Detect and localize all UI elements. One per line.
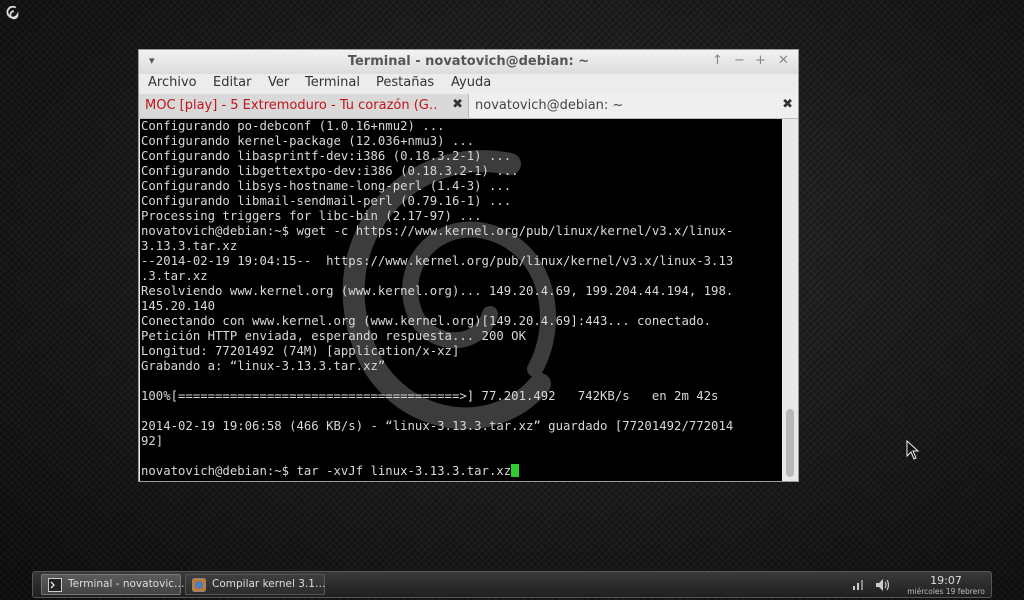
title-bar[interactable]: ▾ Terminal - novatovich@debian: ~ ↑ − + …	[139, 50, 798, 74]
taskbar-item-terminal[interactable]: Terminal - novatovic…	[41, 574, 185, 595]
menu-editar[interactable]: Editar	[213, 75, 252, 90]
minimize-button[interactable]: −	[734, 53, 745, 68]
terminal-output: Configurando po-debconf (1.0.16+nmu2) ..…	[141, 119, 734, 478]
tab-close-icon[interactable]: ✖	[782, 97, 793, 112]
network-icon[interactable]	[853, 580, 863, 590]
browser-icon	[192, 578, 206, 592]
tab-label: MOC [play] - 5 Extremoduro - Tu corazón …	[145, 98, 439, 113]
maximize-button[interactable]: +	[755, 53, 766, 68]
volume-icon[interactable]	[875, 578, 891, 592]
mouse-pointer-icon	[906, 440, 920, 460]
shade-button[interactable]: ↑	[712, 53, 723, 68]
tab-bar: MOC [play] - 5 Extremoduro - Tu corazón …	[139, 94, 798, 119]
tab-close-icon[interactable]: ✖	[452, 97, 463, 112]
menu-ayuda[interactable]: Ayuda	[451, 75, 491, 90]
clock-time[interactable]: 19:07	[901, 574, 991, 587]
tab-moc-player[interactable]: MOC [play] - 5 Extremoduro - Tu corazón …	[139, 94, 467, 118]
debian-logo-icon[interactable]	[4, 4, 22, 22]
terminal-area[interactable]: Configurando po-debconf (1.0.16+nmu2) ..…	[140, 119, 782, 481]
taskbar-item-label: Compilar kernel 3.1…	[212, 578, 326, 590]
menu-terminal[interactable]: Terminal	[305, 75, 360, 90]
menu-bar: Archivo Editar Ver Terminal Pestañas Ayu…	[139, 74, 798, 94]
taskbar: Terminal - novatovic… Compilar kernel 3.…	[32, 571, 992, 598]
prompt-line: novatovich@debian:~$ tar -xvJf linux-3.1…	[141, 464, 512, 478]
close-button[interactable]: ✕	[778, 53, 789, 68]
scroll-thumb[interactable]	[786, 409, 794, 477]
terminal-window: ▾ Terminal - novatovich@debian: ~ ↑ − + …	[138, 49, 799, 482]
menu-pestanas[interactable]: Pestañas	[376, 75, 434, 90]
menu-ver[interactable]: Ver	[268, 75, 289, 90]
scrollbar[interactable]	[783, 119, 798, 481]
menu-archivo[interactable]: Archivo	[148, 75, 197, 90]
tab-label: novatovich@debian: ~	[475, 98, 624, 113]
tab-terminal[interactable]: novatovich@debian: ~ ✖	[468, 94, 798, 118]
taskbar-item-label: Terminal - novatovic…	[68, 578, 185, 590]
text-cursor	[511, 464, 520, 477]
taskbar-item-browser[interactable]: Compilar kernel 3.1…	[185, 574, 325, 595]
terminal-icon	[48, 578, 62, 592]
window-title: Terminal - novatovich@debian: ~	[347, 54, 590, 69]
clock-date: miércoles 19 febrero	[907, 587, 985, 596]
